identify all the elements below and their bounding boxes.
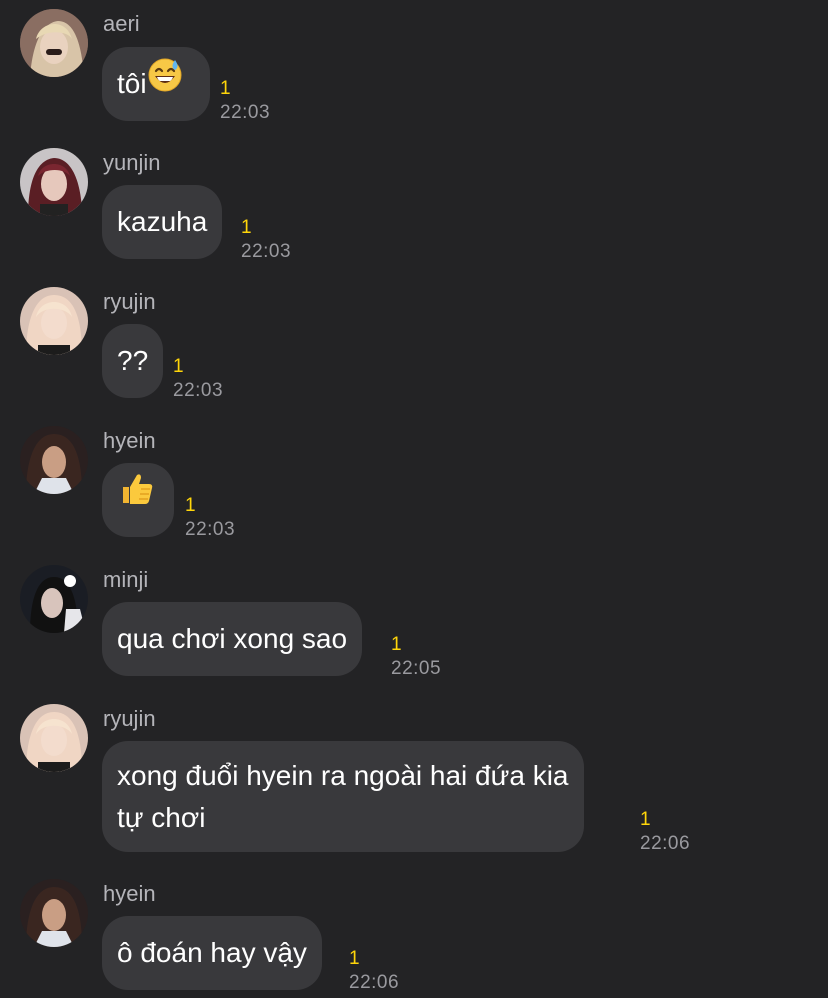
- message-meta: 1 22:06: [349, 948, 399, 994]
- avatar-image: [20, 426, 88, 494]
- sender-name: hyein: [103, 428, 156, 453]
- grinning-sweat-emoji: [147, 47, 183, 121]
- unread-count: 1: [640, 809, 651, 830]
- timestamp: 22:05: [391, 658, 442, 679]
- message-meta: 1 22:05: [391, 634, 441, 680]
- timestamp: 22:03: [173, 380, 224, 401]
- timestamp: 22:03: [220, 102, 271, 123]
- message-meta: 1 22:03: [173, 356, 223, 402]
- unread-count: 1: [220, 78, 231, 99]
- message-bubble[interactable]: kazuha: [102, 185, 223, 259]
- sender-name: yunjin: [103, 150, 161, 175]
- avatar-image: [20, 879, 88, 947]
- message-meta: 1 22:06: [640, 809, 690, 855]
- unread-count: 1: [185, 495, 196, 516]
- avatar-image: [20, 148, 88, 216]
- sender-name: hyein: [103, 881, 156, 906]
- chat-message-list[interactable]: aeri tôi 1 22:03 yunjin kazuha 1 22:03 r…: [0, 0, 828, 998]
- unread-count: 1: [391, 634, 402, 655]
- timestamp: 22:06: [349, 972, 400, 993]
- thumbs-up-emoji: [117, 463, 157, 537]
- message-text: ô đoán hay vậy: [117, 937, 307, 968]
- message-row: ryujin ?? 1 22:03: [0, 278, 828, 408]
- timestamp: 22:03: [241, 241, 292, 262]
- avatar-image: [20, 287, 88, 355]
- message-text: kazuha: [117, 206, 208, 237]
- message-row: ryujin xong đuổi hyein ra ngoài hai đứa …: [0, 695, 828, 870]
- message-text: ??: [117, 345, 149, 376]
- unread-count: 1: [173, 356, 184, 377]
- timestamp: 22:03: [185, 519, 236, 540]
- avatar[interactable]: [20, 148, 88, 216]
- avatar[interactable]: [20, 287, 88, 355]
- avatar[interactable]: [20, 879, 88, 947]
- message-bubble[interactable]: [102, 463, 174, 537]
- message-row: aeri tôi 1 22:03: [0, 0, 828, 130]
- message-text-line: tự chơi: [117, 802, 206, 833]
- unread-count: 1: [241, 217, 252, 238]
- timestamp: 22:06: [640, 833, 691, 854]
- message-text: qua chơi xong sao: [117, 623, 348, 654]
- sender-name: ryujin: [103, 289, 156, 314]
- avatar[interactable]: [20, 426, 88, 494]
- message-bubble[interactable]: tôi: [102, 47, 210, 121]
- message-text: tôi: [117, 68, 147, 99]
- message-row: yunjin kazuha 1 22:03: [0, 139, 828, 269]
- message-text-line: xong đuổi hyein ra ngoài hai đứa kia: [117, 760, 569, 791]
- sender-name: aeri: [103, 11, 140, 36]
- unread-count: 1: [349, 948, 360, 969]
- message-meta: 1 22:03: [241, 217, 291, 263]
- avatar-image: [20, 704, 88, 772]
- sender-name: ryujin: [103, 706, 156, 731]
- avatar-image: [20, 565, 88, 633]
- message-meta: 1 22:03: [185, 495, 235, 541]
- avatar[interactable]: [20, 704, 88, 772]
- message-bubble[interactable]: ??: [102, 324, 164, 398]
- message-row: hyein 1 22:03: [0, 417, 828, 547]
- message-bubble[interactable]: qua chơi xong sao: [102, 602, 363, 676]
- avatar[interactable]: [20, 9, 88, 77]
- avatar[interactable]: [20, 565, 88, 633]
- message-bubble[interactable]: xong đuổi hyein ra ngoài hai đứa kia tự …: [102, 741, 584, 852]
- avatar-image: [20, 9, 88, 77]
- sender-name: minji: [103, 567, 149, 592]
- message-row: minji qua chơi xong sao 1 22:05: [0, 556, 828, 686]
- message-row: hyein ô đoán hay vậy 1 22:06: [0, 870, 828, 998]
- message-bubble[interactable]: ô đoán hay vậy: [102, 916, 322, 990]
- message-meta: 1 22:03: [220, 78, 270, 124]
